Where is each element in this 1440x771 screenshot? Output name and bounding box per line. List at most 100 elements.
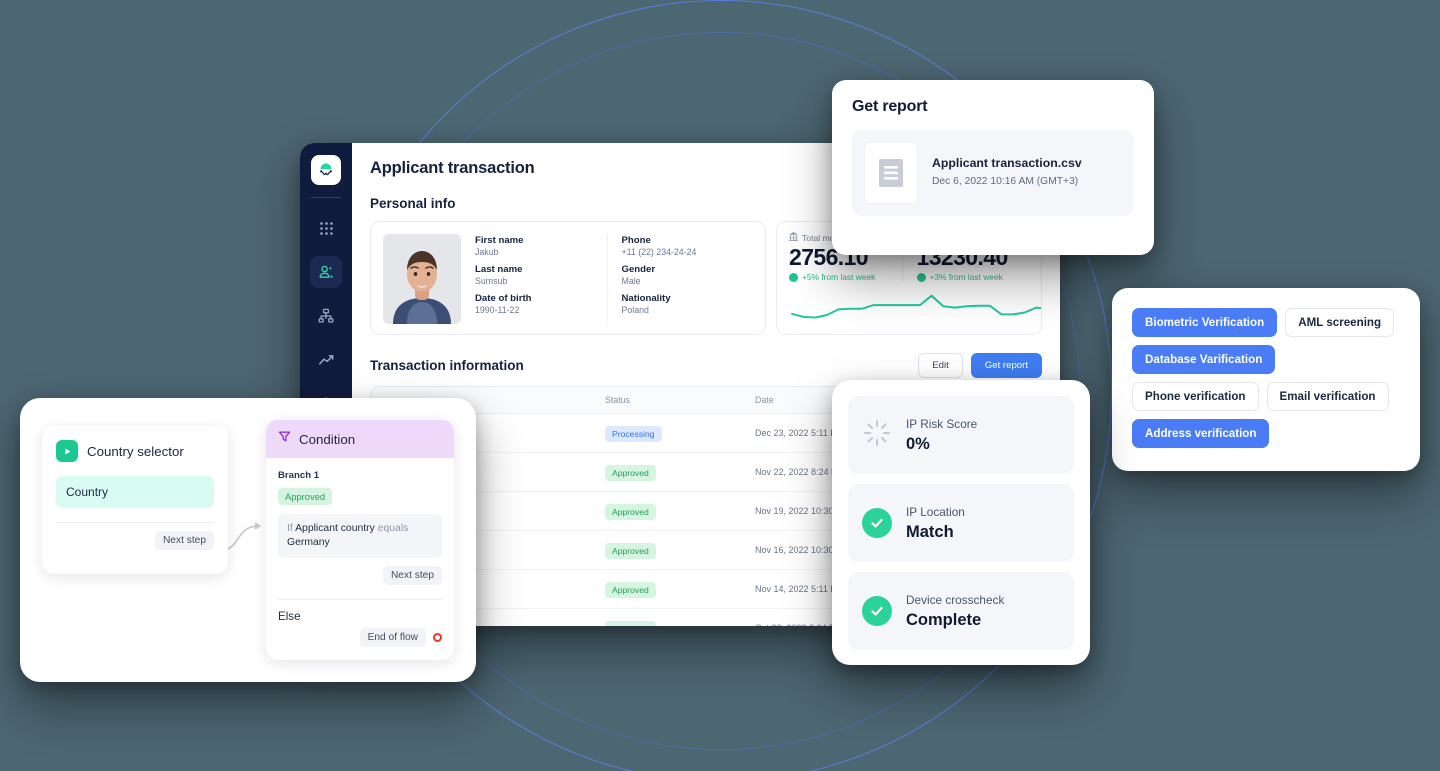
verification-tag[interactable]: Email verification <box>1266 382 1389 411</box>
personal-fields: First name Jakub Last name Sumsub Date o… <box>475 234 753 322</box>
status-badge: Approved <box>605 504 656 520</box>
report-file-name: Applicant transaction.csv <box>932 156 1082 171</box>
verification-tag[interactable]: Biometric Verification <box>1132 308 1278 337</box>
verification-tag[interactable]: AML screening <box>1285 308 1395 337</box>
field-label: Nationality <box>621 293 671 304</box>
document-file-icon <box>864 142 918 204</box>
field-label: Last name <box>475 264 523 275</box>
ip-check-item: Device crosscheck Complete <box>848 572 1074 650</box>
personal-fields-col-1: First name Jakub Last name Sumsub Date o… <box>475 234 607 322</box>
field-label: Date of birth <box>475 293 532 304</box>
spinner-icon <box>862 418 892 453</box>
status-badge: Approved <box>605 582 656 598</box>
field-value: 1990-11-22 <box>475 305 520 315</box>
verification-tags-card: Biometric Verification AML screening Datab… <box>1112 288 1420 471</box>
else-label: Else <box>278 610 301 624</box>
field-value: Male <box>621 276 641 286</box>
avatar <box>383 234 461 324</box>
verification-tag-list: Biometric Verification AML screening Datab… <box>1132 308 1400 448</box>
personal-info-card: First name Jakub Last name Sumsub Date o… <box>370 221 766 335</box>
ip-check-text: IP Location Match <box>906 505 965 542</box>
ip-check-value: Complete <box>906 610 982 629</box>
sidebar-divider <box>311 197 341 198</box>
check-circle-icon <box>862 596 892 626</box>
flow-node-country-selector[interactable]: Country selector Country Next step <box>42 426 228 574</box>
sumsub-logo-icon <box>311 155 341 185</box>
ip-checks-card: IP Risk Score 0% IP Location Match Devic… <box>832 380 1090 665</box>
stat-delta-label: +3% from last week <box>929 272 1003 283</box>
condition-expression: If Applicant country equals Germany <box>278 514 442 559</box>
ip-check-value: 0% <box>906 434 930 453</box>
arrow-up-circle-icon <box>789 272 798 282</box>
workflow-builder-card: Country selector Country Next step Condi… <box>20 398 476 682</box>
ip-check-item: IP Location Match <box>848 484 1074 562</box>
transaction-information-header: Transaction information Edit Get report <box>370 353 1042 378</box>
sidebar-item-analytics[interactable] <box>310 344 342 376</box>
end-of-flow-button[interactable]: End of flow <box>359 628 426 648</box>
get-report-title: Get report <box>852 98 928 115</box>
transaction-information-title: Transaction information <box>370 358 524 373</box>
stat-delta: +3% from last week <box>916 272 1030 283</box>
status-badge: Processing <box>605 426 662 442</box>
report-file-date: Dec 6, 2022 10:16 AM (GMT+3) <box>932 176 1079 188</box>
verification-tag[interactable]: Database Varification <box>1132 345 1276 374</box>
ip-check-label: IP Location <box>906 504 965 519</box>
expr-subject: Applicant country <box>295 523 375 534</box>
cell-status: Approved <box>605 502 755 520</box>
node-header: Country selector <box>56 440 214 462</box>
sparkline-chart <box>789 286 1041 329</box>
cell-status: Approved <box>605 580 755 598</box>
ip-check-text: IP Risk Score 0% <box>906 417 977 454</box>
sidebar-item-applicants[interactable] <box>310 256 342 288</box>
ip-check-text: Device crosscheck Complete <box>906 593 1004 630</box>
condition-title: Condition <box>299 431 356 447</box>
arrow-up-circle-icon <box>916 272 926 282</box>
status-badge: Approved <box>605 465 656 481</box>
ip-check-label: IP Risk Score <box>906 416 978 431</box>
branch-status-badge: Approved <box>278 488 333 505</box>
field-label: First name <box>475 235 524 246</box>
end-of-flow-dot-icon <box>433 633 442 643</box>
report-file-meta: Applicant transaction.csv Dec 6, 2022 10… <box>932 156 1082 190</box>
personal-fields-col-2: Phone +11 (22) 234-24-24 Gender Male Nat… <box>606 234 754 322</box>
get-report-card: Get report Applicant transaction.csv Dec… <box>832 80 1154 255</box>
field-value: Jakub <box>475 247 499 257</box>
next-step-button[interactable]: Next step <box>154 531 214 550</box>
check-circle-icon <box>862 508 892 538</box>
verification-tag[interactable]: Phone verification <box>1132 382 1259 411</box>
expr-value: Germany <box>287 537 330 549</box>
report-file-item[interactable]: Applicant transaction.csv Dec 6, 2022 10… <box>852 130 1134 216</box>
node-title: Country selector <box>87 443 184 459</box>
status-badge: Approved <box>605 543 656 559</box>
cell-status: Approved <box>605 463 755 481</box>
stats-header-label: Total mo <box>802 232 835 243</box>
transaction-action-buttons: Edit Get report <box>918 353 1042 378</box>
edit-button[interactable]: Edit <box>918 353 963 378</box>
field-label: Gender <box>621 264 656 275</box>
expr-operator: equals <box>377 523 409 534</box>
play-square-icon <box>56 440 78 462</box>
field-value: +11 (22) 234-24-24 <box>621 247 697 257</box>
field-label: Phone <box>621 235 651 246</box>
sidebar-item-apps[interactable] <box>310 212 342 244</box>
expr-if-keyword: If <box>287 523 293 534</box>
status-badge: Approved <box>605 621 656 626</box>
get-report-button[interactable]: Get report <box>970 353 1042 378</box>
stat-delta: +5% from last week <box>789 272 902 282</box>
field-value: Poland <box>621 305 649 315</box>
condition-body: Branch 1 Approved If Applicant country e… <box>266 458 454 659</box>
verification-tag[interactable]: Address verification <box>1132 419 1270 448</box>
sidebar-item-workflows[interactable] <box>310 300 342 332</box>
funnel-filter-icon <box>278 430 291 448</box>
country-field[interactable]: Country <box>56 476 214 508</box>
bank-icon <box>789 232 798 243</box>
flow-node-condition[interactable]: Condition Branch 1 Approved If Applicant… <box>266 420 454 660</box>
cell-status: Approved <box>605 541 755 559</box>
condition-next-step-button[interactable]: Next step <box>382 566 442 586</box>
ip-check-label: Device crosscheck <box>906 592 1005 607</box>
ip-check-item: IP Risk Score 0% <box>848 396 1074 474</box>
condition-header: Condition <box>266 420 454 458</box>
field-value: Sumsub <box>475 276 508 286</box>
stat-delta-label: +5% from last week <box>802 272 876 283</box>
node-divider <box>56 522 214 523</box>
